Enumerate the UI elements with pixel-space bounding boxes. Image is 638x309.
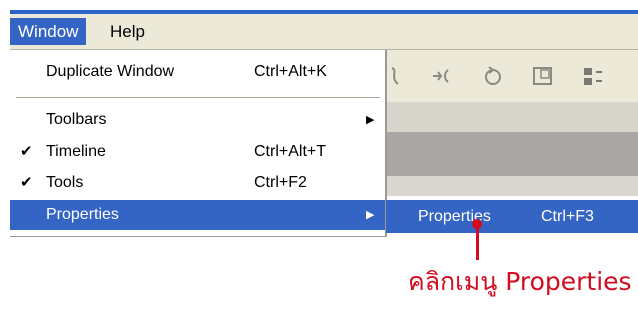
menu-window[interactable]: Window <box>10 18 87 45</box>
menu-help[interactable]: Help <box>102 18 153 45</box>
screenshot-frame: Window Help Duplicate Window Ctrl+Alt+K … <box>0 0 638 309</box>
menu-item-label: Toolbars <box>46 111 107 128</box>
checkmark-icon: ✔ <box>20 174 33 191</box>
menu-item-shortcut: Ctrl+F2 <box>254 174 307 191</box>
top-margin <box>0 0 638 8</box>
panel-strip-lower <box>386 176 638 196</box>
submenu-arrow-icon: ▶ <box>366 209 375 221</box>
submenu-item-properties[interactable]: Properties Ctrl+F3 <box>386 200 638 233</box>
smooth-icon[interactable] <box>430 64 456 88</box>
annotation-caption: คลิกเมนู Properties <box>408 267 632 296</box>
menu-item-tools[interactable]: ✔ Tools Ctrl+F2 <box>10 168 385 198</box>
rotate-icon[interactable] <box>480 64 506 88</box>
align-icon[interactable] <box>580 64 606 88</box>
checkmark-icon: ✔ <box>20 143 33 160</box>
timeline-panel <box>386 132 638 176</box>
menu-separator <box>16 97 380 98</box>
menu-item-timeline[interactable]: ✔ Timeline Ctrl+Alt+T <box>10 137 385 167</box>
menu-item-toolbars[interactable]: Toolbars ▶ <box>10 105 385 135</box>
menu-item-label: Duplicate Window <box>46 63 175 80</box>
submenu-arrow-icon: ▶ <box>366 114 375 126</box>
menu-item-shortcut: Ctrl+Alt+T <box>254 143 327 160</box>
straighten-icon[interactable] <box>386 64 412 88</box>
menu-item-properties[interactable]: Properties ▶ <box>10 200 385 230</box>
menu-item-label: Properties <box>46 206 119 223</box>
window-menu-dropdown: Duplicate Window Ctrl+Alt+K Toolbars ▶ ✔… <box>10 50 387 237</box>
submenu-item-shortcut: Ctrl+F3 <box>541 208 594 225</box>
menu-bar: Window Help <box>10 14 638 50</box>
panel-strip <box>386 102 638 132</box>
annotation-pointer-line <box>476 224 479 260</box>
menu-item-label: Tools <box>46 174 84 191</box>
menu-item-duplicate-window[interactable]: Duplicate Window Ctrl+Alt+K <box>10 57 385 87</box>
menu-item-shortcut: Ctrl+Alt+K <box>254 63 327 80</box>
submenu-item-label: Properties <box>418 208 491 225</box>
toolbar <box>386 50 638 102</box>
scale-icon[interactable] <box>530 64 556 88</box>
menu-item-label: Timeline <box>46 143 106 160</box>
